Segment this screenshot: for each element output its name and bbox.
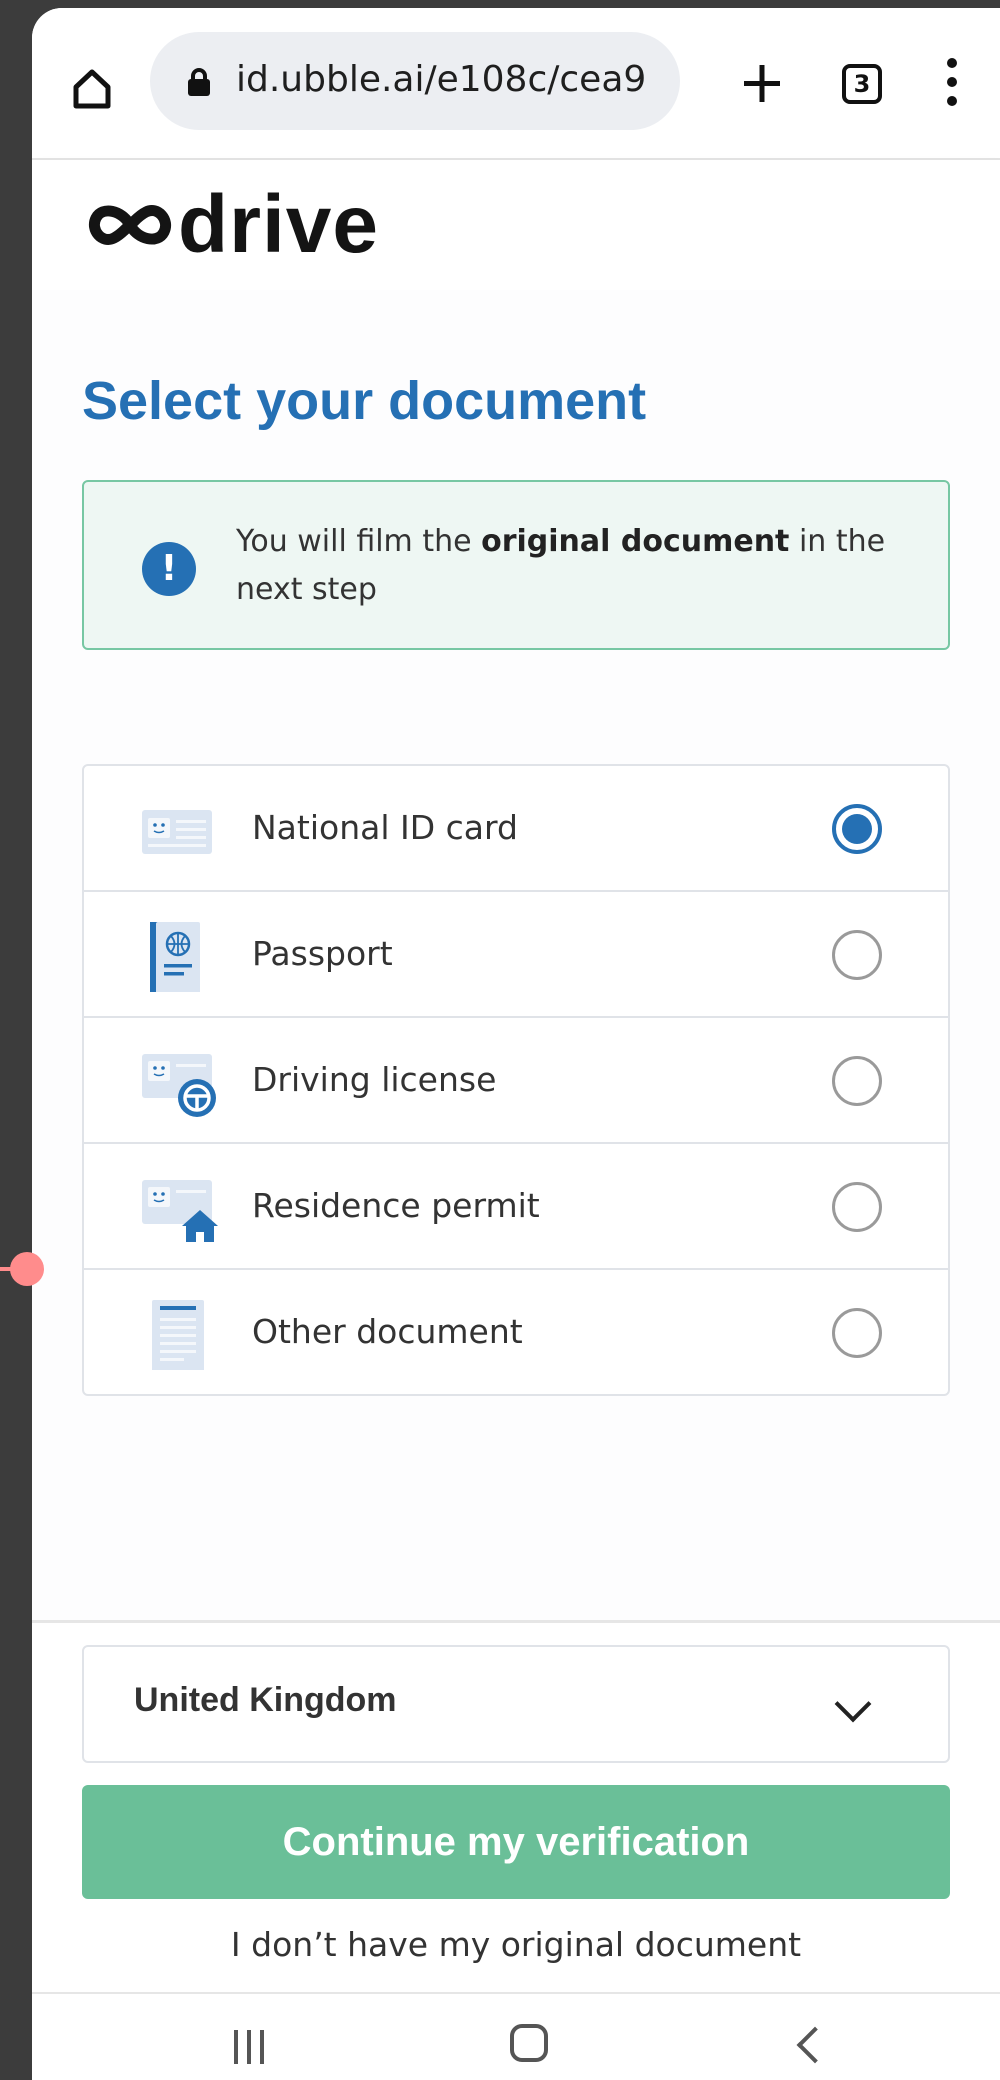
radio-passport[interactable] [832,930,882,980]
home-icon[interactable] [62,54,122,124]
radio-national-id[interactable] [832,804,882,854]
phone-screen: id.ubble.ai/e108c/cea9 3 drive Select yo… [32,8,1000,2080]
system-nav-bar [32,1992,1000,2080]
info-text: You will film the original document in t… [236,524,886,607]
driving-license-icon [142,1054,216,1117]
exclamation-icon: ! [142,542,196,596]
continue-button[interactable]: Continue my verification [82,1785,950,1899]
passport-icon [150,922,200,992]
main-content: Select your document ! You will film the… [32,290,1000,1620]
tab-switcher-button[interactable]: 3 [842,64,882,104]
home-nav-icon[interactable] [510,2024,548,2062]
document-option-label: Passport [252,934,393,973]
document-option-label: Residence permit [252,1186,540,1225]
lock-icon [188,68,210,96]
recents-icon[interactable] [234,2030,273,2068]
radio-driving-license[interactable] [832,1056,882,1106]
document-option-national-id[interactable]: National ID card [84,766,948,892]
residence-permit-icon [142,1180,218,1242]
url-text: id.ubble.ai/e108c/cea9 [236,59,647,100]
document-type-list: National ID card Passport Driving licens… [82,764,950,1396]
info-banner: ! You will film the original document in… [82,480,950,650]
document-option-label: Other document [252,1312,523,1351]
id-card-icon [142,810,212,854]
document-option-label: Driving license [252,1060,497,1099]
document-option-residence-permit[interactable]: Residence permit [84,1144,948,1270]
document-option-driving-license[interactable]: Driving license [84,1018,948,1144]
touch-indicator [0,1248,44,1290]
document-option-label: National ID card [252,808,518,847]
radio-other-document[interactable] [832,1308,882,1358]
app-header: drive [32,160,1000,290]
document-icon [152,1300,204,1370]
infinity-logo-icon [89,205,171,245]
country-select[interactable]: United Kingdom [82,1645,950,1763]
browser-toolbar: id.ubble.ai/e108c/cea9 3 [32,8,1000,160]
logo-text: drive [178,179,379,270]
document-option-passport[interactable]: Passport [84,892,948,1018]
country-value: United Kingdom [134,1681,397,1719]
page-title: Select your document [82,371,647,431]
no-original-document-link[interactable]: I don’t have my original document [32,1925,1000,1964]
logo: drive [82,180,379,270]
chevron-down-icon [834,1685,872,1723]
footer-actions: United Kingdom Continue my verification … [32,1620,1000,1995]
more-menu-icon[interactable] [944,58,960,114]
address-bar[interactable]: id.ubble.ai/e108c/cea9 [150,32,680,130]
radio-residence-permit[interactable] [832,1182,882,1232]
back-icon[interactable] [796,2026,834,2064]
document-option-other[interactable]: Other document [84,1270,948,1394]
new-tab-icon[interactable] [730,48,794,118]
